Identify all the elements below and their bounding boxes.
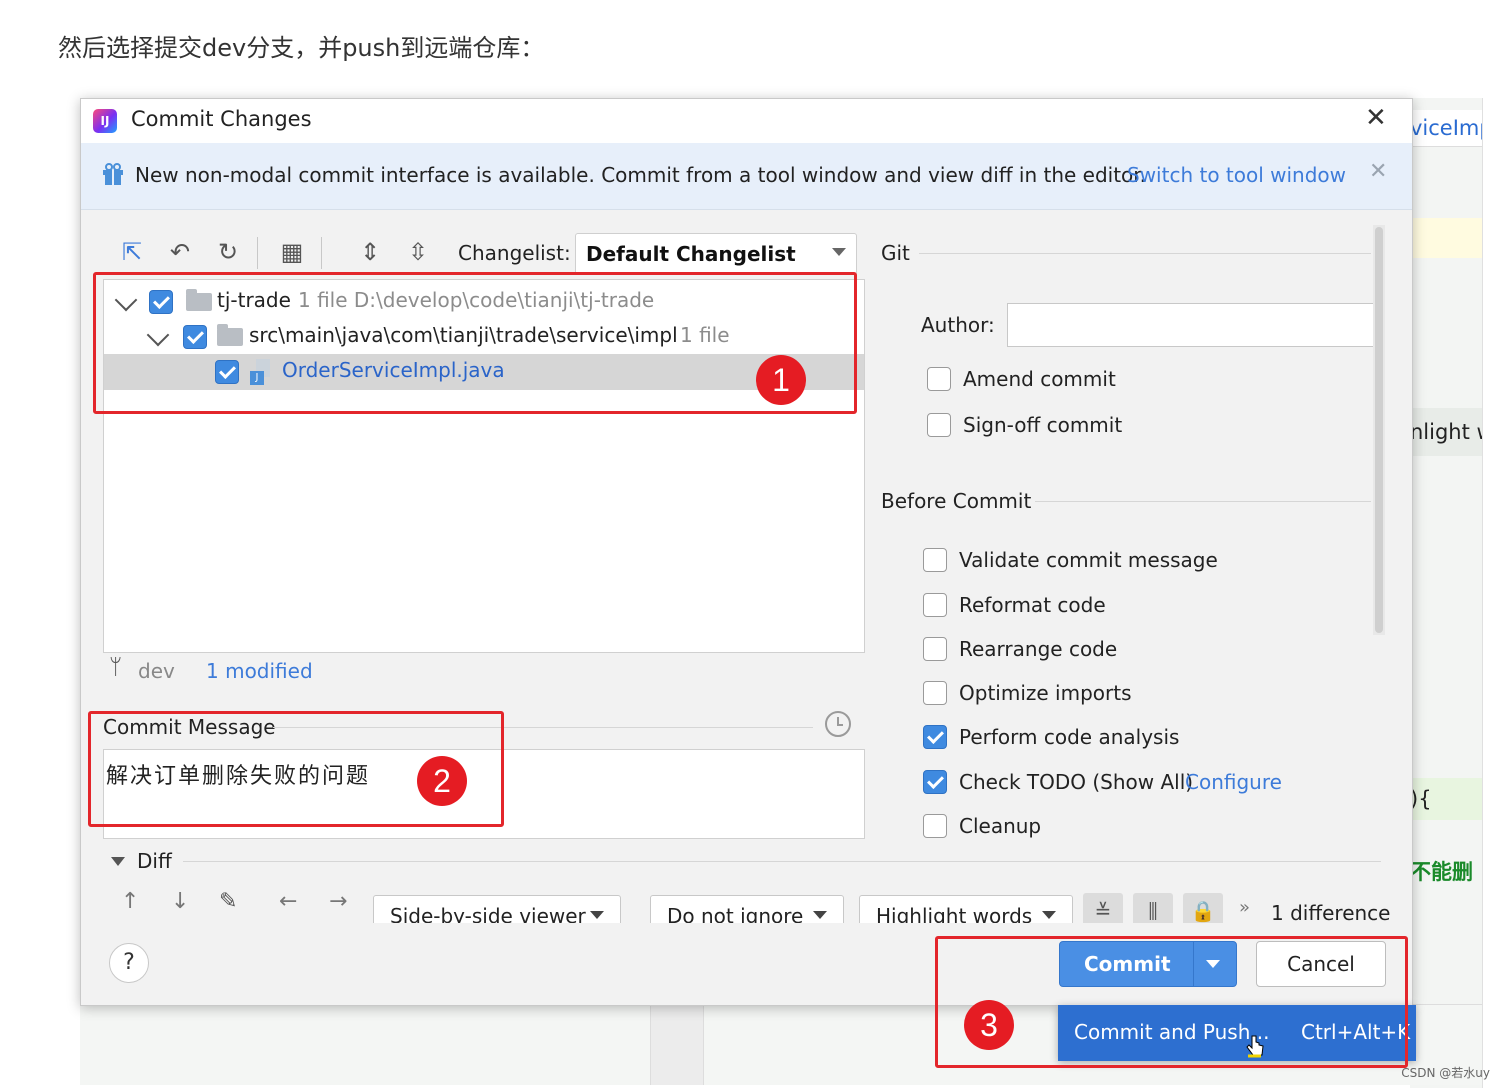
check-todo-checkbox[interactable] xyxy=(923,770,947,794)
rearrange-code-checkbox[interactable] xyxy=(923,637,947,661)
banner-text: New non-modal commit interface is availa… xyxy=(135,163,1147,187)
lock-icon[interactable]: 🔒 xyxy=(1183,893,1223,923)
group-by-icon[interactable]: ▦ xyxy=(277,237,307,267)
diff-collapse-icon[interactable] xyxy=(111,857,125,866)
sync-scroll-icon[interactable]: ⫼ xyxy=(1133,893,1173,923)
difference-count: 1 difference xyxy=(1271,901,1391,923)
highlight-value: Highlight words xyxy=(876,904,1033,923)
check-todo-label: Check TODO (Show All) xyxy=(959,770,1194,794)
reformat-code-label: Reformat code xyxy=(959,593,1106,617)
next-difference-icon[interactable]: ↓ xyxy=(171,889,189,914)
reformat-code-checkbox[interactable] xyxy=(923,593,947,617)
refresh-icon[interactable]: ↻ xyxy=(213,237,243,267)
annotation-box-3 xyxy=(935,936,1408,1068)
dialog-close-icon[interactable]: ✕ xyxy=(1365,103,1387,133)
toolbar-separator xyxy=(257,237,258,269)
commit-changes-dialog: IJ Commit Changes ✕ New non-modal commit… xyxy=(80,98,1413,1006)
annotation-badge-1: 1 xyxy=(756,355,806,405)
sign-off-commit-checkbox[interactable] xyxy=(927,413,951,437)
section-divider xyxy=(919,253,1371,254)
section-divider xyxy=(1035,501,1371,502)
help-button[interactable]: ? xyxy=(109,943,149,983)
validate-commit-message-checkbox[interactable] xyxy=(923,548,947,572)
article-caption: 然后选择提交dev分支，并push到远端仓库： xyxy=(58,34,545,62)
chevron-down-icon xyxy=(590,911,604,919)
amend-commit-checkbox[interactable] xyxy=(927,367,951,391)
edit-pencil-icon[interactable]: ✎ xyxy=(219,889,237,914)
notification-banner: New non-modal commit interface is availa… xyxy=(81,143,1412,210)
background-ide: viceImp nlight w ){ 不能删 xyxy=(1410,98,1483,1088)
diff-section-title: Diff xyxy=(137,849,172,873)
collapse-unchanged-icon[interactable]: ≚ xyxy=(1083,893,1123,923)
dialog-titlebar: IJ Commit Changes ✕ xyxy=(81,99,1412,143)
section-divider xyxy=(183,861,1381,862)
watermark: CSDN @若水uy xyxy=(1401,1066,1490,1080)
background-gutter xyxy=(650,1005,704,1085)
previous-file-icon[interactable]: ← xyxy=(279,889,297,914)
changelist-label: Changelist: xyxy=(458,241,571,265)
history-clock-icon[interactable] xyxy=(825,711,851,737)
intellij-app-icon: IJ xyxy=(93,109,117,133)
viewer-value: Side-by-side viewer xyxy=(390,904,586,923)
chevron-down-icon xyxy=(1042,911,1056,919)
collapse-all-icon[interactable]: ⇳ xyxy=(403,237,433,267)
perform-code-analysis-checkbox[interactable] xyxy=(923,725,947,749)
scrollbar-thumb[interactable] xyxy=(1375,227,1383,633)
configure-link[interactable]: Configure xyxy=(1185,770,1282,794)
git-section-title: Git xyxy=(881,241,910,265)
annotation-badge-3: 3 xyxy=(964,1000,1014,1050)
changelist-value: Default Changelist xyxy=(586,242,796,266)
background-editor-tab: viceImp xyxy=(1410,110,1482,147)
sign-off-commit-label: Sign-off commit xyxy=(963,413,1123,437)
switch-to-tool-window-link[interactable]: Switch to tool window xyxy=(1127,163,1346,187)
rearrange-code-label: Rearrange code xyxy=(959,637,1118,661)
cleanup-label: Cleanup xyxy=(959,814,1042,838)
banner-close-icon[interactable]: ✕ xyxy=(1369,159,1387,184)
background-comment: 不能删 xyxy=(1410,860,1473,884)
amend-commit-label: Amend commit xyxy=(963,367,1116,391)
chevron-down-icon xyxy=(832,248,846,256)
optimize-imports-checkbox[interactable] xyxy=(923,681,947,705)
dialog-title: Commit Changes xyxy=(131,107,312,131)
background-highlight xyxy=(1410,218,1482,258)
gift-icon xyxy=(103,163,123,185)
viewer-dropdown[interactable]: Side-by-side viewer xyxy=(373,895,621,923)
toolbar-separator xyxy=(321,237,322,269)
before-commit-section-title: Before Commit xyxy=(881,489,1032,513)
annotation-box-1 xyxy=(93,272,857,414)
diff-toolbar: ↑ ↓ ✎ ← → Side-by-side viewer Do not ign… xyxy=(103,887,1393,923)
validate-commit-message-label: Validate commit message xyxy=(959,548,1218,572)
previous-difference-icon[interactable]: ↑ xyxy=(121,889,139,914)
chevron-down-icon xyxy=(813,911,827,919)
perform-code-analysis-label: Perform code analysis xyxy=(959,725,1180,749)
ignore-dropdown[interactable]: Do not ignore xyxy=(650,895,844,923)
cleanup-checkbox[interactable] xyxy=(923,814,947,838)
background-code: ){ xyxy=(1410,778,1482,820)
author-label: Author: xyxy=(921,313,995,337)
optimize-imports-label: Optimize imports xyxy=(959,681,1132,705)
author-input[interactable] xyxy=(1007,303,1381,347)
ignore-value: Do not ignore xyxy=(667,904,804,923)
changelist-dropdown[interactable]: Default Changelist xyxy=(575,233,857,275)
next-file-icon[interactable]: → xyxy=(329,889,347,914)
rollback-icon[interactable]: ↶ xyxy=(165,237,195,267)
more-icon[interactable]: » xyxy=(1239,897,1250,918)
highlight-dropdown[interactable]: Highlight words xyxy=(859,895,1073,923)
current-branch: dev xyxy=(138,659,175,683)
background-side-text: nlight w xyxy=(1410,420,1482,444)
show-diff-icon[interactable]: ⇱ xyxy=(117,237,147,267)
annotation-badge-2: 2 xyxy=(417,756,467,806)
expand-all-icon[interactable]: ⇕ xyxy=(355,237,385,267)
branch-icon: ᛘ xyxy=(109,655,123,680)
modified-count-link[interactable]: 1 modified xyxy=(206,659,313,683)
